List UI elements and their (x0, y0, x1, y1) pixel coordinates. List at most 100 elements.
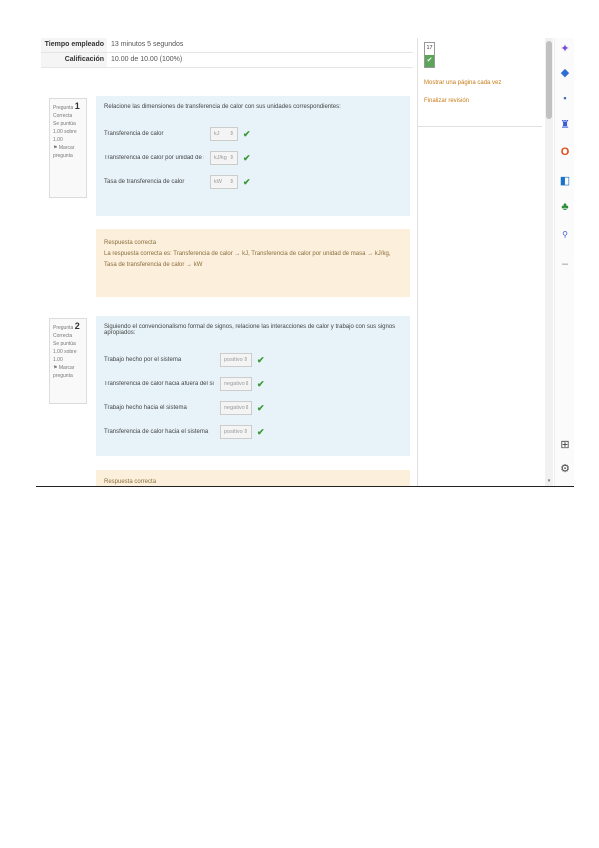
sparkle-icon[interactable]: ✦ (557, 42, 573, 55)
match-label: Trabajo hecho por el sistema (104, 357, 182, 363)
summary-row-time: Tiempo empleado 13 minutos 5 segundos (41, 38, 413, 53)
tree-icon[interactable]: ♣ (557, 201, 573, 213)
chevron-updown-icon: ⇕ (244, 381, 250, 387)
select-value: negativo (224, 381, 245, 387)
chess-icon[interactable]: ♜ (557, 118, 573, 131)
quiz-navigation: 17 ✔ Mostrar una página cada vez Finaliz… (417, 38, 542, 486)
search-icon[interactable]: ⚲ (557, 230, 573, 239)
feedback-text: La respuesta correcta es: Transferencia … (104, 251, 391, 268)
show-one-page-link[interactable]: Mostrar una página cada vez (424, 80, 501, 86)
match-row: Transferencia de calor por unidad de mas… (104, 146, 402, 170)
match-row: Transferencia de calor kJ ⇕ ✔ (104, 122, 402, 146)
match-label: Trabajo hecho hacia el sistema (104, 405, 187, 411)
chevron-updown-icon: ⇕ (244, 405, 250, 411)
question-info-1: Pregunta 1 Correcta Se puntúa 1.00 sobre… (49, 98, 87, 198)
match-row: Transferencia de calor hacia el sistema … (104, 420, 402, 444)
match-row: Trabajo hecho por el sistema positivo ⇕ ✔ (104, 348, 402, 372)
select-value: positivo (224, 357, 243, 363)
answer-select[interactable]: positivo ⇕ (220, 425, 252, 439)
outlook-icon[interactable]: ◧ (557, 174, 573, 187)
flag-question-link[interactable]: ⚑ Marcar pregunta (53, 364, 83, 380)
summary-row-grade: Calificación 10.00 de 10.00 (100%) (41, 53, 413, 68)
summary-value: 10.00 de 10.00 (100%) (111, 56, 183, 63)
tag-icon[interactable]: ◆ (557, 66, 573, 79)
match-label: Transferencia de calor hacia el sistema (104, 429, 209, 435)
answer-select[interactable]: kJ ⇕ (210, 127, 238, 141)
minus-icon: – (561, 258, 569, 270)
chevron-updown-icon: ⇕ (243, 357, 248, 363)
correct-check-icon: ✔ (243, 152, 251, 163)
answer-select[interactable]: positivo ⇕ (220, 353, 252, 367)
match-row: Tasa de transferencia de calor kW ⇕ ✔ (104, 170, 402, 194)
match-label: Tasa de transferencia de calor (104, 179, 185, 185)
question-info-2: Pregunta 2 Correcta Se puntúa 1.00 sobre… (49, 318, 87, 404)
flag-icon: ⚑ (53, 365, 58, 371)
settings-icon[interactable]: ⚙ (557, 462, 573, 475)
match-row: Transferencia de calor hacia afuera del … (104, 372, 402, 396)
screenshot-frame: Tiempo empleado 13 minutos 5 segundos Ca… (36, 38, 574, 486)
match-label: Transferencia de calor hacia afuera del … (104, 381, 214, 387)
correct-check-icon: ✔ (243, 128, 251, 139)
chevron-updown-icon: ⇕ (229, 131, 234, 137)
finish-review-link[interactable]: Finalizar revisión (424, 98, 469, 104)
question-content-1: Relacione las dimensiones de transferenc… (96, 96, 410, 216)
answer-select[interactable]: negativo ⇕ (220, 401, 252, 415)
question-text: Siguiendo el convencionalismo formal de … (104, 324, 396, 336)
correct-check-icon: ✔ (257, 426, 265, 437)
scrollbar-thumb[interactable] (546, 41, 552, 119)
question-nav-button[interactable]: 17 ✔ (424, 42, 435, 68)
question-number: Pregunta 1 (53, 102, 83, 112)
feedback-1: Respuesta correcta La respuesta correcta… (96, 229, 410, 297)
browser-edge-sidebar: ✦ ◆ ▪ ♜ O ◧ ♣ ⚲ – ⊞ ⚙ (554, 38, 574, 486)
question-score: Se puntúa 1.00 sobre 1.00 (53, 341, 77, 363)
flag-label: Marcar pregunta (53, 145, 75, 159)
match-label: Transferencia de calor (104, 131, 164, 137)
attempt-summary: Tiempo empleado 13 minutos 5 segundos Ca… (41, 38, 413, 68)
match-row: Trabajo hecho hacia el sistema negativo ⇕… (104, 396, 402, 420)
correct-check-icon: ✔ (257, 402, 265, 413)
answer-select[interactable]: kW ⇕ (210, 175, 238, 189)
feedback-title: Respuesta correcta (104, 240, 157, 246)
sidebar-toggle-icon[interactable]: ⊞ (557, 438, 573, 451)
answer-select[interactable]: kJ/kg ⇕ (210, 151, 238, 165)
quiz-nav-block: 17 ✔ Mostrar una página cada vez Finaliz… (418, 38, 542, 127)
feedback-2: Respuesta correcta (96, 470, 410, 486)
flag-label: Marcar pregunta (53, 365, 75, 379)
scroll-down-arrow-icon[interactable]: ▾ (545, 478, 553, 486)
question-number-value: 2 (74, 321, 80, 331)
flag-question-link[interactable]: ⚑ Marcar pregunta (53, 144, 83, 160)
chevron-updown-icon: ⇕ (243, 429, 248, 435)
feedback-title: Respuesta correcta (104, 479, 157, 485)
question-prefix: Pregunta (53, 105, 74, 111)
question-number-value: 1 (74, 101, 80, 111)
answer-select[interactable]: negativo ⇕ (220, 377, 252, 391)
chevron-updown-icon: ⇕ (229, 179, 234, 185)
select-value: kJ/kg (214, 155, 227, 161)
screenshot-bottom-border (36, 486, 574, 487)
match-label: Transferencia de calor por unidad de mas… (104, 155, 204, 161)
summary-value: 13 minutos 5 segundos (111, 41, 184, 48)
page-scrollbar[interactable]: ▾ (545, 38, 553, 486)
question-text: Relacione las dimensiones de transferenc… (104, 104, 341, 110)
summary-label: Tiempo empleado (41, 38, 107, 52)
question-status: Correcta (53, 333, 73, 339)
briefcase-icon[interactable]: ▪ (557, 93, 573, 103)
flag-icon: ⚑ (53, 145, 58, 151)
question-status: Correcta (53, 113, 73, 119)
select-value: negativo (224, 405, 245, 411)
office-icon[interactable]: O (557, 146, 573, 158)
quiz-review-main: Tiempo empleado 13 minutos 5 segundos Ca… (41, 38, 413, 486)
select-value: positivo (224, 429, 243, 435)
correct-check-icon: ✔ (243, 176, 251, 187)
correct-check-icon: ✔ (425, 55, 434, 67)
correct-check-icon: ✔ (257, 378, 265, 389)
chevron-updown-icon: ⇕ (229, 155, 234, 161)
select-value: kJ (214, 131, 220, 137)
question-nav-number: 17 (426, 45, 433, 51)
correct-check-icon: ✔ (257, 354, 265, 365)
question-score: Se puntúa 1.00 sobre 1.00 (53, 121, 77, 143)
question-content-2: Siguiendo el convencionalismo formal de … (96, 316, 410, 456)
question-prefix: Pregunta (53, 325, 74, 331)
question-number: Pregunta 2 (53, 322, 83, 332)
summary-label: Calificación (41, 53, 107, 67)
